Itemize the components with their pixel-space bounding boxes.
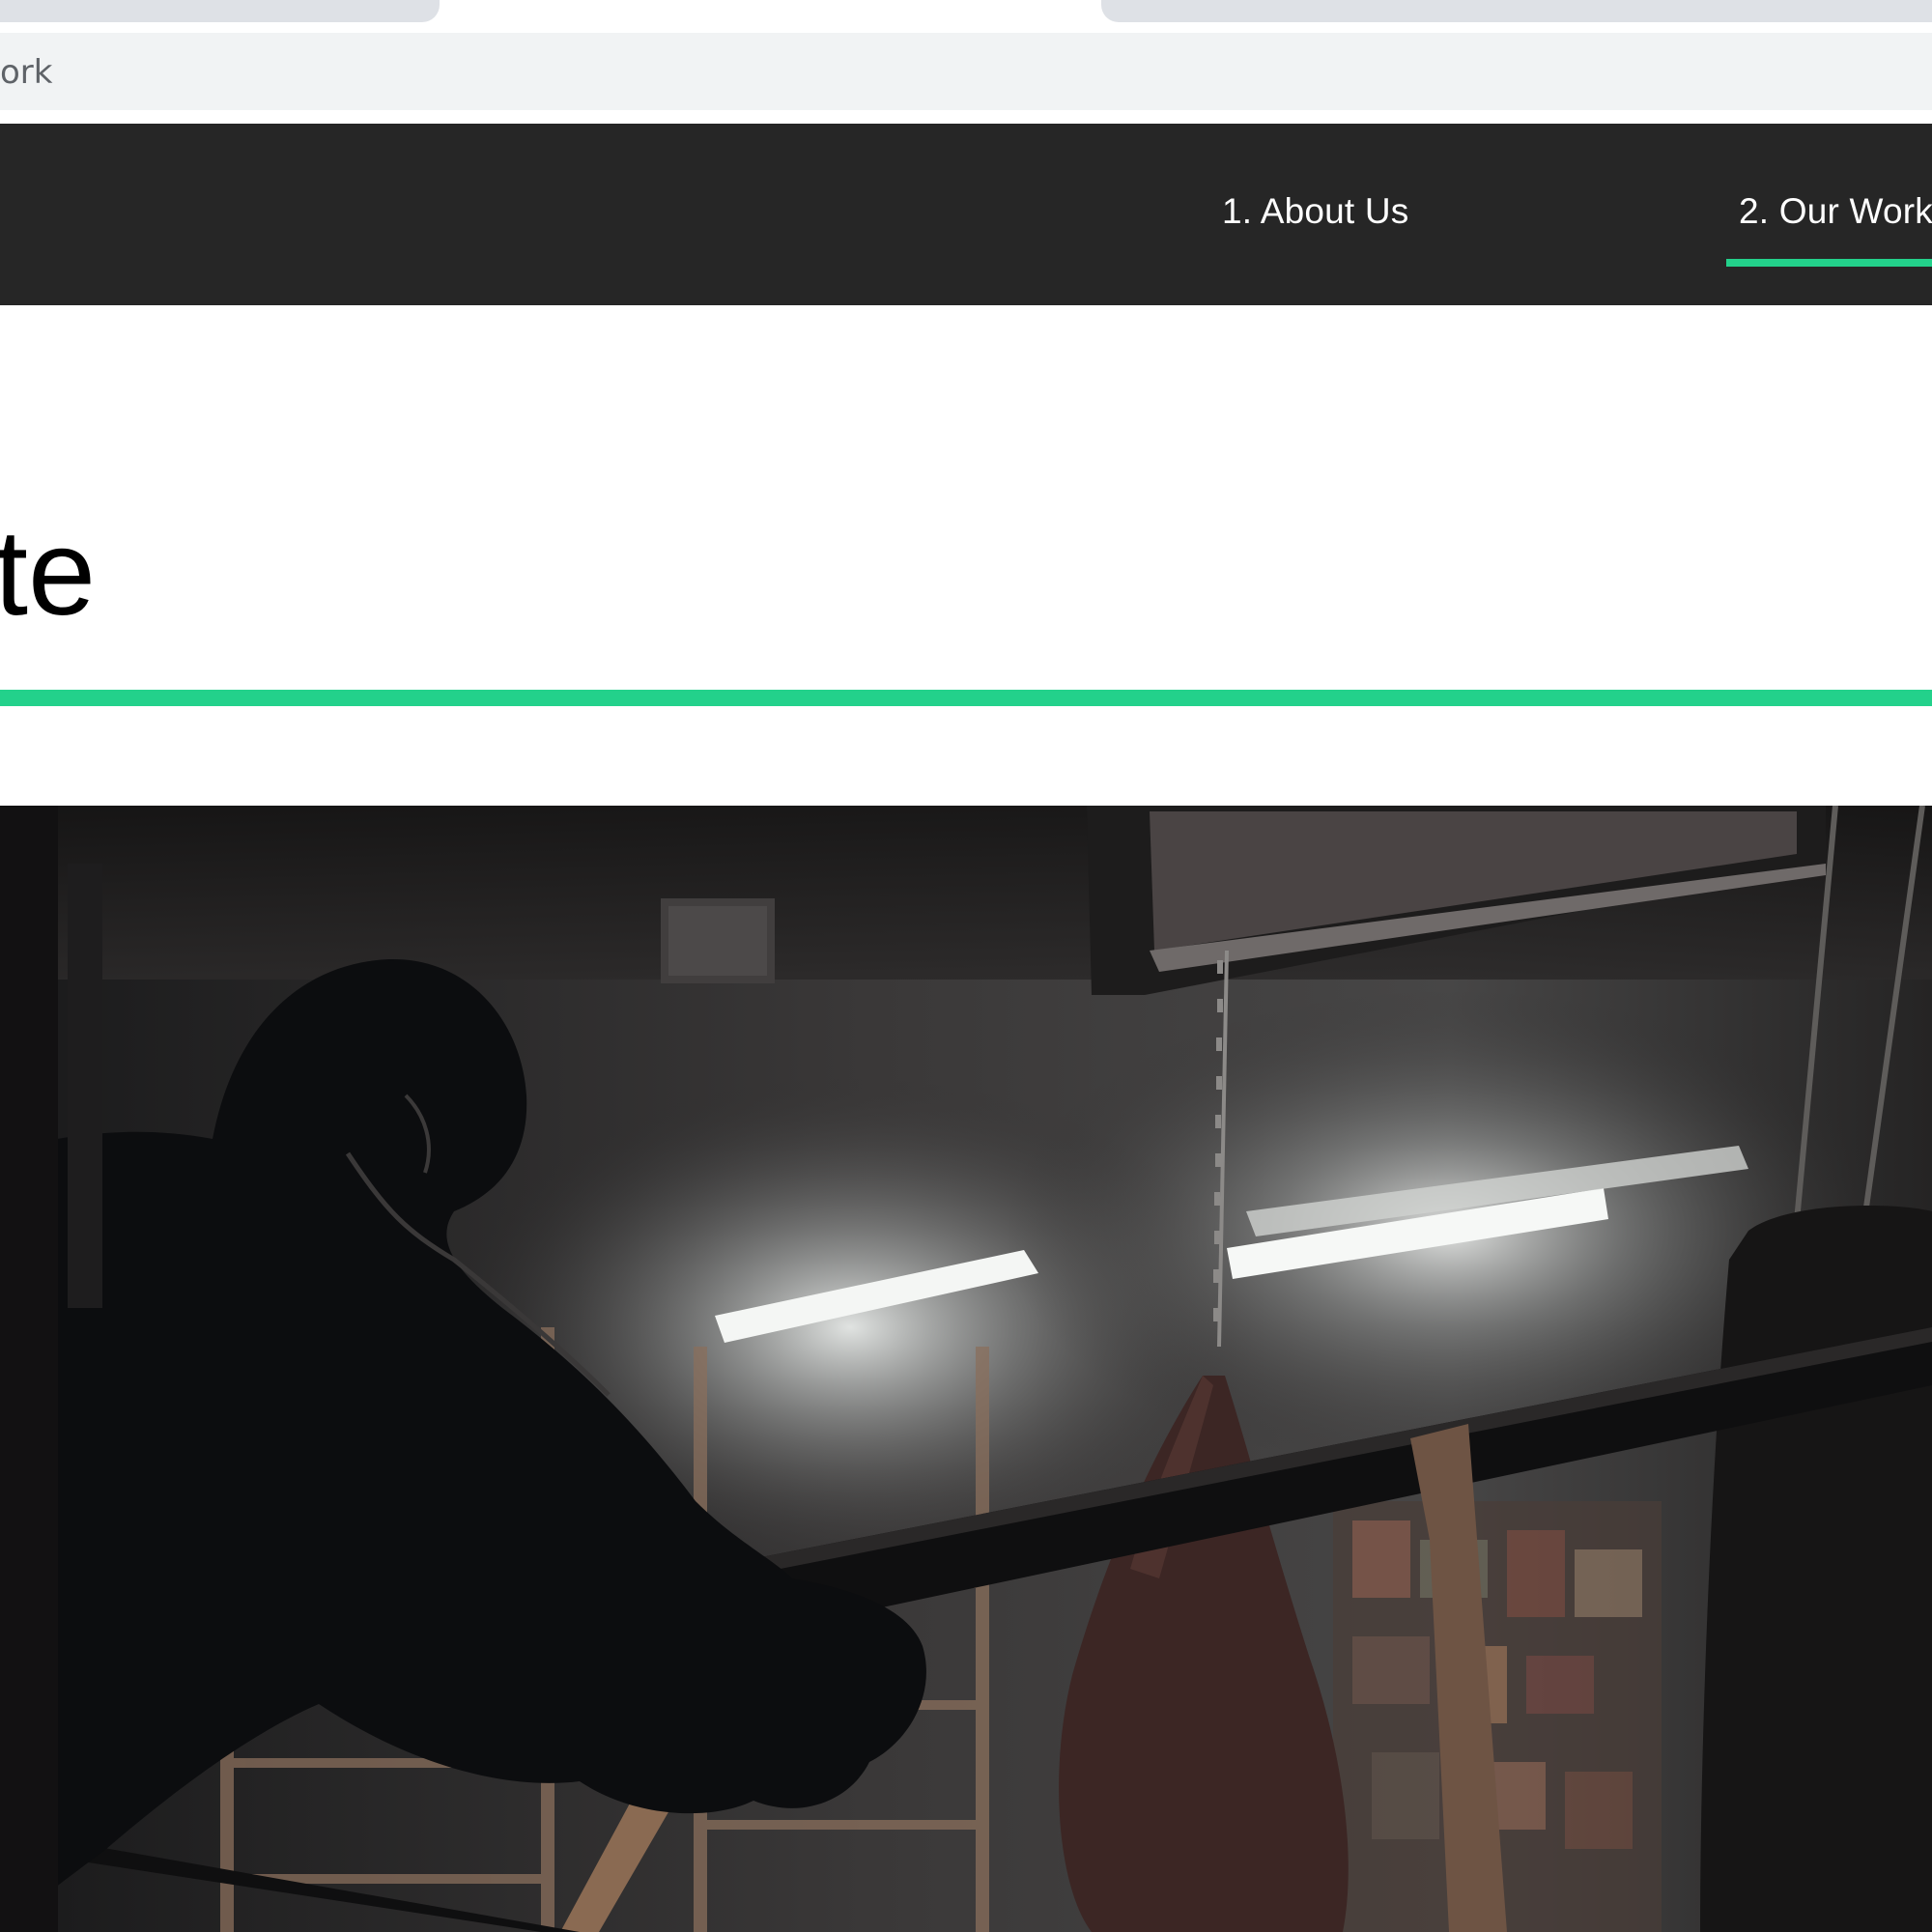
browser-tab[interactable] [1101, 0, 1932, 22]
heading-underline [0, 690, 1932, 706]
hero-image-boxing-gym [0, 806, 1932, 1932]
site-navigation: 1. About Us 2. Our Work [0, 124, 1932, 305]
nav-link-about-us[interactable]: 1. About Us [1222, 191, 1409, 232]
nav-active-indicator [1726, 259, 1932, 267]
page-heading: te [0, 504, 97, 640]
url-text: ork [0, 53, 53, 92]
page: ork 1. About Us 2. Our Work te [0, 0, 1932, 1932]
toolbar-divider [0, 110, 1932, 124]
nav-link-our-work[interactable]: 2. Our Work [1739, 191, 1932, 232]
address-bar[interactable]: ork [0, 33, 1932, 110]
hero-photo [0, 806, 1932, 1932]
browser-tab[interactable] [0, 0, 440, 22]
browser-tab-strip [0, 0, 1932, 33]
